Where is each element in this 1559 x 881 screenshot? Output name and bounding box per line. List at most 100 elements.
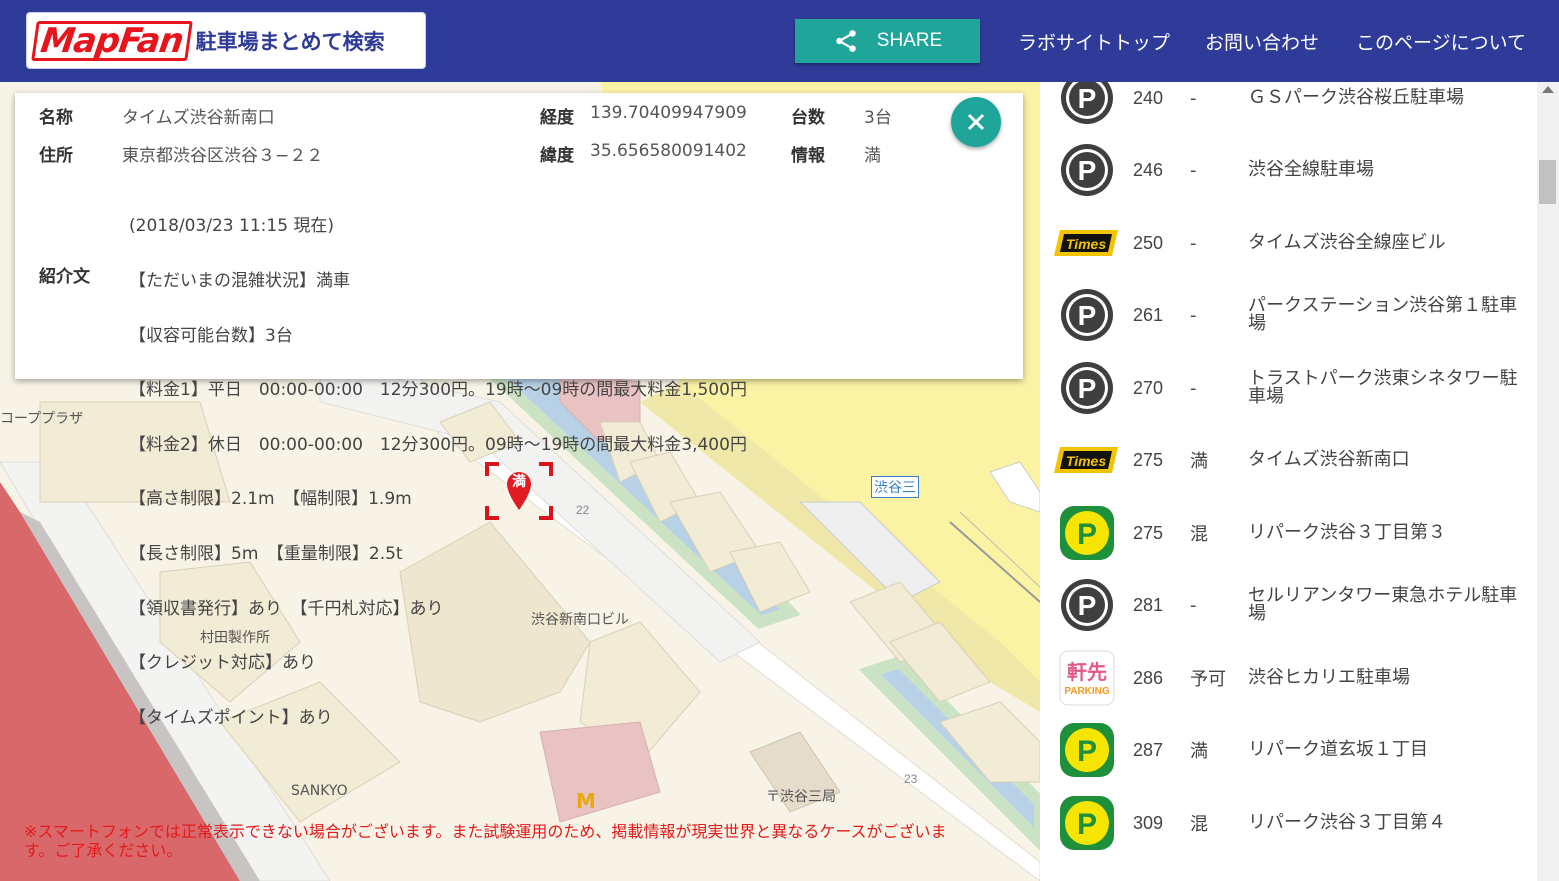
status: - bbox=[1190, 377, 1197, 399]
distance: 281 bbox=[1133, 594, 1164, 615]
list-item[interactable]: Times 250 - タイムズ渋谷全線座ビル bbox=[1040, 207, 1537, 279]
parking-text: PARKING bbox=[1064, 686, 1110, 697]
nokisaki-text: 軒先 bbox=[1067, 660, 1107, 684]
parking-p-gray-icon: P bbox=[1061, 362, 1113, 414]
map-label-post-office: 〒渋谷三局 bbox=[766, 789, 836, 805]
distance: 286 bbox=[1133, 667, 1164, 688]
parking-name: 渋谷全線駐車場 bbox=[1248, 159, 1374, 180]
parking-name: リパーク渋谷３丁目第４ bbox=[1248, 812, 1446, 833]
parking-name: 渋谷ヒカリエ駐車場 bbox=[1248, 667, 1410, 688]
parking-p-gray-icon: P bbox=[1061, 289, 1113, 341]
status: - bbox=[1190, 159, 1197, 181]
distance: 275 bbox=[1133, 449, 1164, 470]
list-item[interactable]: P 246 - 渋谷全線駐車場 bbox=[1040, 134, 1537, 206]
p-glyph: P bbox=[1078, 83, 1097, 114]
description-line: (2018/03/23 11:15 現在) bbox=[129, 216, 335, 237]
list-item[interactable]: Times 275 満 タイムズ渋谷新南口 bbox=[1040, 424, 1537, 496]
status: - bbox=[1190, 232, 1197, 254]
distance: 270 bbox=[1133, 377, 1164, 398]
map-label-coop: コーププラザ bbox=[0, 411, 84, 427]
nokisaki-parking-icon: 軒先 PARKING bbox=[1059, 650, 1115, 706]
p-glyph: P bbox=[1078, 373, 1097, 404]
status: - bbox=[1190, 304, 1197, 326]
list-item[interactable]: P 261 - パークステーション渋谷第１駐車場 bbox=[1040, 279, 1537, 351]
description-line: 【料金2】休日 00:00-00:00 12分300円。09時～19時の間最大料… bbox=[129, 434, 747, 455]
description-line: 【タイムズポイント】あり bbox=[129, 707, 333, 728]
p-glyph: P bbox=[1078, 590, 1097, 621]
nav-about[interactable]: このページについて bbox=[1356, 28, 1526, 55]
description-line: 【領収書発行】あり 【千円札対応】あり bbox=[129, 598, 444, 619]
list-item[interactable]: P 287 満 リパーク道玄坂１丁目 bbox=[1040, 714, 1537, 786]
disclaimer-notice: ※スマートフォンでは正常表示できない場合がございます。また試験運用のため、掲載情… bbox=[24, 822, 947, 860]
parking-name: タイムズ渋谷新南口 bbox=[1248, 449, 1410, 470]
status: - bbox=[1190, 594, 1197, 616]
repark-p-green-icon: P bbox=[1060, 723, 1114, 777]
latitude-value: 35.656580091402 bbox=[590, 141, 747, 161]
list-item[interactable]: P 281 - セルリアンタワー東急ホテル駐車場 bbox=[1040, 569, 1537, 641]
parking-list[interactable]: P 240 - ＧＳパーク渋谷桜丘駐車場 P 246 - 渋谷全線駐車場 Tim… bbox=[1040, 82, 1537, 881]
parking-p-gray-icon: P bbox=[1061, 144, 1113, 196]
distance: 275 bbox=[1133, 522, 1164, 543]
description-line: 【クレジット対応】あり bbox=[129, 653, 316, 674]
longitude-value: 139.70409947909 bbox=[590, 103, 747, 123]
map-block-number-23: 23 bbox=[904, 772, 918, 786]
share-button[interactable]: SHARE bbox=[795, 19, 980, 63]
p-glyph: P bbox=[1077, 808, 1097, 841]
name-label: 名称 bbox=[39, 108, 73, 128]
p-glyph: P bbox=[1078, 155, 1097, 186]
parking-name: ＧＳパーク渋谷桜丘駐車場 bbox=[1248, 87, 1464, 108]
nav-contact[interactable]: お問い合わせ bbox=[1205, 28, 1319, 55]
parking-name: トラストパーク渋東シネタワー駐車場 bbox=[1248, 368, 1518, 407]
app-header: MapFan 駐車場まとめて検索 SHARE ラボサイトトップ お問い合わせ こ… bbox=[0, 0, 1559, 82]
times-logo-icon: Times bbox=[1054, 230, 1118, 256]
distance: 246 bbox=[1133, 159, 1164, 180]
mapfan-logo[interactable]: MapFan 駐車場まとめて検索 bbox=[26, 12, 426, 69]
share-icon bbox=[836, 30, 856, 52]
list-item[interactable]: P 240 - ＧＳパーク渋谷桜丘駐車場 bbox=[1040, 82, 1537, 134]
status: 予可 bbox=[1190, 669, 1226, 690]
map-label-sankyo: SANKYO bbox=[291, 783, 348, 799]
description-line: 【料金1】平日 00:00-00:00 12分300円。19時～09時の間最大料… bbox=[129, 380, 747, 401]
address-value: 東京都渋谷区渋谷３−２２ bbox=[122, 146, 324, 166]
list-item[interactable]: P 309 混 リパーク渋谷３丁目第４ bbox=[1040, 787, 1537, 859]
close-icon bbox=[967, 113, 985, 131]
share-label: SHARE bbox=[876, 30, 943, 51]
status: 満 bbox=[1190, 451, 1208, 472]
longitude-label: 経度 bbox=[540, 108, 574, 128]
description-text: (2018/03/23 11:15 現在) 【ただいまの混雑状況】満車 【収容可… bbox=[129, 181, 829, 764]
scroll-up-arrow-icon[interactable] bbox=[1542, 86, 1554, 93]
distance: 250 bbox=[1133, 232, 1164, 253]
parking-name: パークステーション渋谷第１駐車場 bbox=[1248, 295, 1518, 334]
status-label: 情報 bbox=[791, 146, 825, 166]
p-glyph: P bbox=[1077, 518, 1097, 551]
status: 混 bbox=[1190, 814, 1208, 835]
times-text: Times bbox=[1066, 236, 1106, 252]
parking-name: リパーク渋谷３丁目第３ bbox=[1248, 522, 1446, 543]
scroll-thumb[interactable] bbox=[1539, 160, 1556, 204]
list-item[interactable]: P 270 - トラストパーク渋東シネタワー駐車場 bbox=[1040, 352, 1537, 424]
capacity-label: 台数 bbox=[791, 108, 825, 128]
parking-p-gray-icon: P bbox=[1061, 579, 1113, 631]
description-line: 【高さ制限】2.1m 【幅制限】1.9m bbox=[129, 489, 412, 510]
description-line: 【長さ制限】5m 【重量制限】2.5t bbox=[129, 544, 403, 565]
close-button[interactable] bbox=[951, 97, 1001, 147]
status: 満 bbox=[1190, 741, 1208, 762]
list-item[interactable]: P 275 混 リパーク渋谷３丁目第３ bbox=[1040, 497, 1537, 569]
parking-info-panel: 名称 タイムズ渋谷新南口 住所 東京都渋谷区渋谷３−２２ 経度 139.7040… bbox=[15, 93, 1023, 727]
svg-text:M: M bbox=[576, 789, 596, 813]
times-logo-icon: Times bbox=[1054, 447, 1118, 473]
logo-subtitle: 駐車場まとめて検索 bbox=[195, 29, 385, 54]
nav-lab-top[interactable]: ラボサイトトップ bbox=[1018, 28, 1170, 55]
list-item[interactable]: 軒先 PARKING 286 予可 渋谷ヒカリエ駐車場 bbox=[1040, 642, 1537, 714]
parking-p-gray-icon: P bbox=[1061, 82, 1113, 124]
p-glyph: P bbox=[1078, 300, 1097, 331]
distance: 240 bbox=[1133, 87, 1164, 108]
distance: 287 bbox=[1133, 739, 1164, 760]
distance: 309 bbox=[1133, 812, 1164, 833]
distance: 261 bbox=[1133, 304, 1164, 325]
parking-name: タイムズ渋谷全線座ビル bbox=[1248, 232, 1446, 253]
map-label-station: 渋谷三 bbox=[871, 476, 919, 498]
latitude-label: 緯度 bbox=[540, 146, 574, 166]
parking-name: リパーク道玄坂１丁目 bbox=[1248, 739, 1428, 760]
list-scrollbar[interactable] bbox=[1537, 82, 1559, 881]
